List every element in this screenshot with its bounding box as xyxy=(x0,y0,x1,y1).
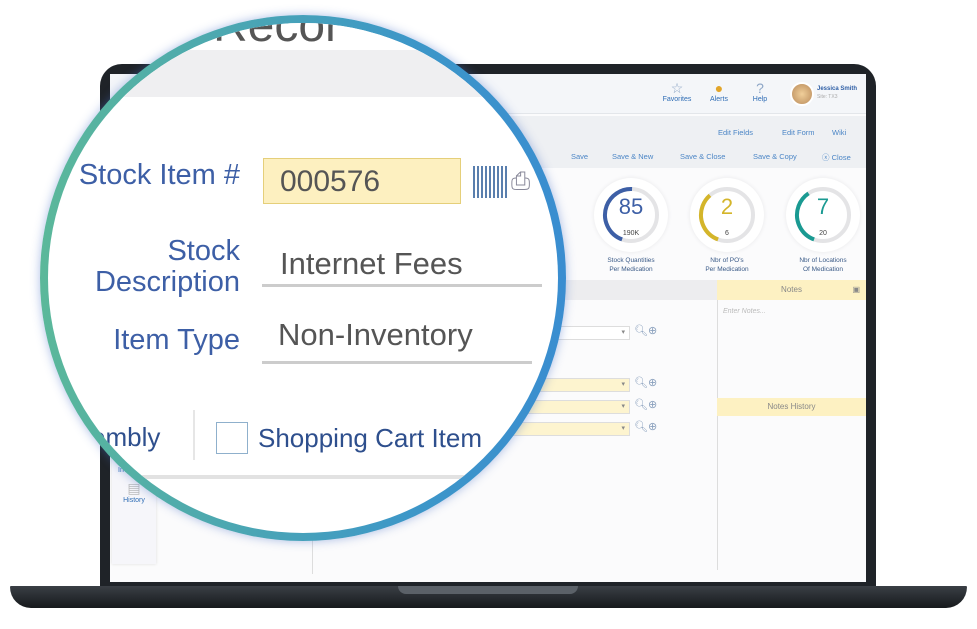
magnifier-lens: w Recor Stock Item # 000576 ⎙ Stock Desc… xyxy=(48,23,558,533)
search-icon[interactable]: 🔍︎⊕ xyxy=(634,420,657,433)
shopping-cart-checkbox[interactable] xyxy=(216,422,248,454)
printer-icon[interactable]: ⎙ xyxy=(511,168,530,196)
search-icon[interactable]: 🔍︎⊕ xyxy=(634,324,657,337)
notes-history-header: Notes History xyxy=(717,398,866,416)
gauge-value: 2 xyxy=(720,194,734,219)
divider xyxy=(717,300,718,570)
gauge-sub: 20 xyxy=(819,230,827,237)
gauge-label: Of Medication xyxy=(802,266,844,273)
item-type-label: Item Type xyxy=(113,324,240,356)
gauge: 85 190K Stock Quantities Per Medication xyxy=(594,178,668,274)
item-type-input[interactable]: Non-Inventory xyxy=(262,317,532,364)
nav-label: Help xyxy=(752,96,768,103)
edit-fields-button[interactable]: Edit Fields xyxy=(718,128,753,137)
save-close-button[interactable]: Save & Close xyxy=(680,152,725,161)
notes-header: Notes ▣ xyxy=(717,280,866,300)
divider xyxy=(48,475,558,479)
gauge-value: 85 xyxy=(618,194,644,219)
nav-favorites[interactable]: ☆ Favorites xyxy=(655,80,699,103)
user-site: Site: TX3 xyxy=(817,94,838,100)
gauge: 7 20 Nbr of Locations Of Medication xyxy=(786,178,860,274)
nav-help[interactable]: ? Help xyxy=(738,80,782,103)
gauge-ring: 26 xyxy=(690,178,764,252)
save-notes-icon[interactable]: ▣ xyxy=(852,280,860,300)
bell-icon: ● xyxy=(714,80,724,96)
gauge-sub: 6 xyxy=(725,230,729,237)
edit-form-button[interactable]: Edit Form xyxy=(782,128,815,137)
assembly-label: sembly xyxy=(78,422,161,452)
gauge-label: Stock Quantities xyxy=(607,257,655,264)
close-label: Close xyxy=(831,153,851,162)
sidebar-item-history[interactable]: History xyxy=(112,497,156,504)
gauge-label: Nbr of Locations xyxy=(799,257,847,264)
dropdown[interactable]: ▾ xyxy=(510,422,630,436)
barcode-icon[interactable] xyxy=(473,166,507,198)
save-copy-button[interactable]: Save & Copy xyxy=(753,152,797,161)
gauge-label: Per Medication xyxy=(705,266,749,273)
gauge-sub: 190K xyxy=(622,230,640,237)
gauge-ring: 85 190K xyxy=(594,178,668,252)
notes-title: Notes xyxy=(781,285,802,294)
stock-item-label: Stock Item # xyxy=(78,159,240,191)
gauge-label: Nbr of PO's xyxy=(710,257,744,264)
stock-item-input[interactable]: 000576 xyxy=(263,158,461,204)
save-new-button[interactable]: Save & New xyxy=(612,152,653,161)
gauge-value: 7 xyxy=(816,194,830,219)
divider xyxy=(193,410,195,460)
user-name: Jessica Smith xyxy=(817,86,858,92)
laptop-notch xyxy=(398,586,578,594)
description-input[interactable]: Internet Fees xyxy=(262,246,542,287)
shopping-cart-label: Shopping Cart Item xyxy=(258,423,483,453)
nav-label: Favorites xyxy=(662,96,692,103)
nav-alerts[interactable]: ● Alerts xyxy=(697,80,741,103)
notes-input[interactable]: Enter Notes... xyxy=(723,308,766,315)
page-title: w Recor xyxy=(165,23,342,52)
gauge: 2 6 Nbr of PO's Per Medication xyxy=(690,178,764,274)
description-label: Description xyxy=(94,266,240,298)
question-icon: ? xyxy=(756,80,764,96)
star-icon: ☆ xyxy=(670,80,684,96)
gauge-label: Per Medication xyxy=(609,266,653,273)
search-icon[interactable]: 🔍︎⊕ xyxy=(634,376,657,389)
gauge-ring: 7 20 xyxy=(786,178,860,252)
wiki-link[interactable]: Wiki xyxy=(832,128,846,137)
nav-label: Alerts xyxy=(710,96,728,103)
description-label: Stock xyxy=(167,235,240,267)
header-strip xyxy=(48,50,558,97)
search-icon[interactable]: 🔍︎⊕ xyxy=(634,398,657,411)
save-button[interactable]: Save xyxy=(571,152,588,161)
close-button[interactable]: ⓧ Close xyxy=(822,152,851,163)
avatar[interactable] xyxy=(790,82,814,106)
